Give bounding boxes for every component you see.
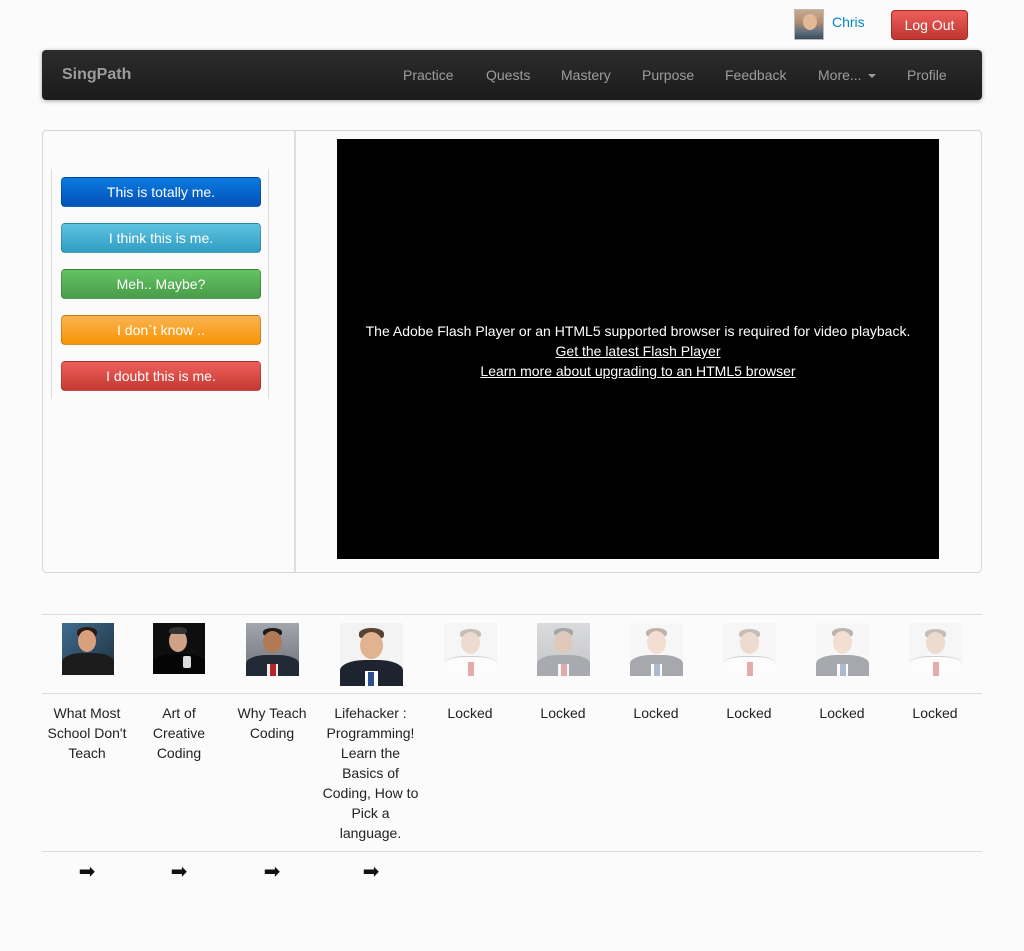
- choice-totally-me-button[interactable]: This is totally me.: [61, 177, 261, 207]
- choice-dont-know-button[interactable]: I don`t know ..: [61, 315, 261, 345]
- lessons-thumb-divider: [42, 693, 982, 694]
- nav-more-label: More...: [818, 67, 862, 83]
- arrow-right-icon[interactable]: ➡: [77, 862, 97, 882]
- video-fallback-message: The Adobe Flash Player or an HTML5 suppo…: [365, 323, 911, 339]
- lesson-thumbnail-4[interactable]: [340, 623, 403, 686]
- lesson-title-locked-4: Locked: [726, 705, 772, 721]
- panel-divider: [294, 131, 296, 572]
- navbar: SingPath Practice Quests Mastery Purpose…: [42, 50, 982, 100]
- user-avatar[interactable]: [794, 9, 824, 40]
- lesson-title-locked-5: Locked: [819, 705, 865, 721]
- caret-down-icon: [867, 74, 876, 79]
- lesson-thumbnail-1[interactable]: [62, 623, 114, 675]
- lesson-thumbnail-locked-1: [444, 623, 497, 676]
- nav-mastery[interactable]: Mastery: [561, 67, 611, 83]
- lesson-title-locked-2: Locked: [540, 705, 586, 721]
- lesson-thumbnail-3[interactable]: [246, 623, 299, 676]
- video-player[interactable]: The Adobe Flash Player or an HTML5 suppo…: [337, 139, 939, 559]
- arrow-right-icon[interactable]: ➡: [361, 862, 381, 882]
- lesson-title-1[interactable]: What Most School Don't Teach: [47, 703, 127, 763]
- lesson-thumbnail-locked-3: [630, 623, 683, 676]
- lesson-title-locked-6: Locked: [912, 705, 958, 721]
- nav-feedback[interactable]: Feedback: [725, 67, 786, 83]
- lesson-thumbnail-locked-6: [909, 623, 962, 676]
- lesson-title-2[interactable]: Art of Creative Coding: [139, 703, 219, 763]
- html5-browser-link[interactable]: Learn more about upgrading to an HTML5 b…: [337, 361, 939, 381]
- lesson-title-locked-1: Locked: [447, 705, 493, 721]
- arrow-right-icon[interactable]: ➡: [262, 862, 282, 882]
- lesson-thumbnail-locked-5: [816, 623, 869, 676]
- main-panel: This is totally me. I think this is me. …: [42, 130, 982, 573]
- nav-profile[interactable]: Profile: [907, 67, 947, 83]
- user-name-link[interactable]: Chris: [832, 14, 865, 30]
- choice-group: This is totally me. I think this is me. …: [51, 169, 269, 399]
- choice-maybe-button[interactable]: Meh.. Maybe?: [61, 269, 261, 299]
- lesson-title-3[interactable]: Why Teach Coding: [232, 703, 312, 743]
- nav-practice[interactable]: Practice: [403, 67, 454, 83]
- lesson-title-4[interactable]: Lifehacker : Programming! Learn the Basi…: [322, 703, 419, 843]
- choice-doubt-button[interactable]: I doubt this is me.: [61, 361, 261, 391]
- lesson-title-locked-3: Locked: [633, 705, 679, 721]
- lesson-thumbnail-2[interactable]: [153, 623, 205, 674]
- arrow-right-icon[interactable]: ➡: [169, 862, 189, 882]
- lesson-thumbnail-locked-2: [537, 623, 590, 676]
- brand-link[interactable]: SingPath: [62, 66, 131, 84]
- lessons-title-divider: [42, 851, 982, 852]
- logout-button[interactable]: Log Out: [891, 10, 968, 40]
- nav-purpose[interactable]: Purpose: [642, 67, 694, 83]
- choice-think-me-button[interactable]: I think this is me.: [61, 223, 261, 253]
- nav-more-dropdown[interactable]: More...: [818, 67, 876, 83]
- lessons-top-divider: [42, 614, 982, 615]
- flash-player-link[interactable]: Get the latest Flash Player: [337, 341, 939, 361]
- lesson-thumbnail-locked-4: [723, 623, 776, 676]
- nav-quests[interactable]: Quests: [486, 67, 530, 83]
